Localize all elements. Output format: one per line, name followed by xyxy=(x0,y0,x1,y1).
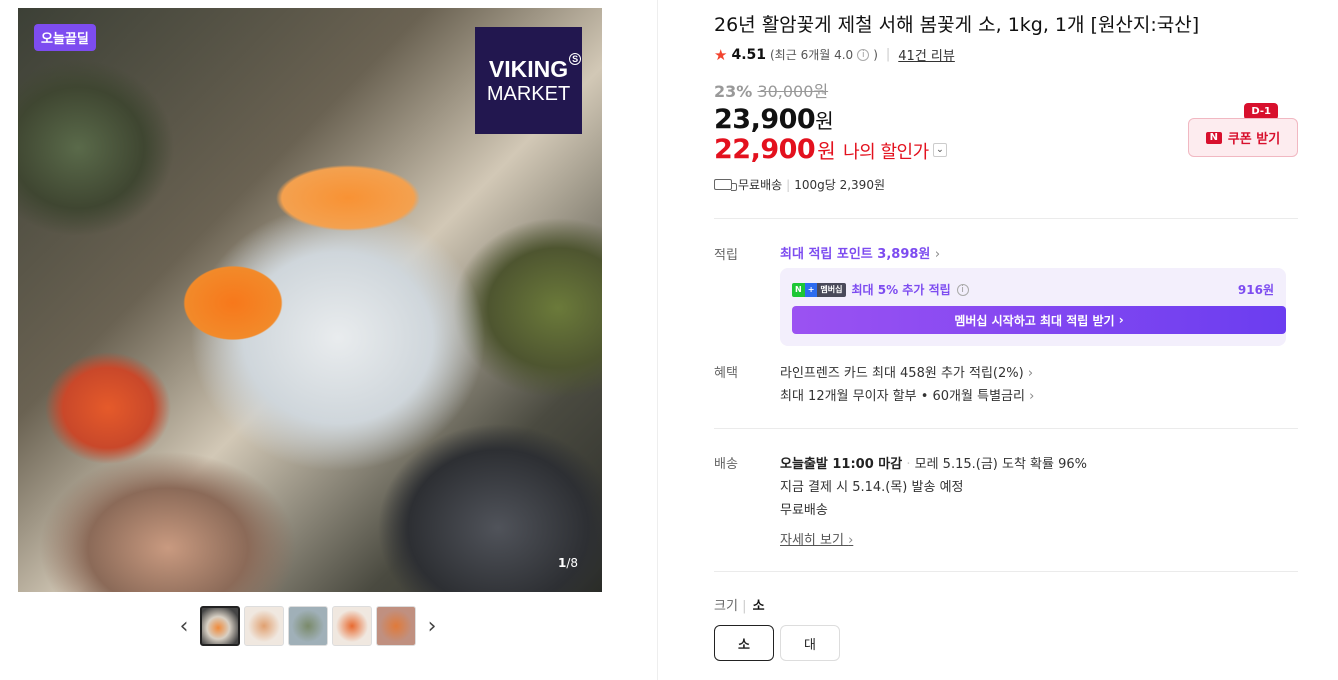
delivery-label: 배송 xyxy=(714,457,738,472)
divider: · xyxy=(906,457,911,472)
membership-box: N + 멤버십 최대 5% 추가 적립 i 916원 멤버십 시작하고 최대 적… xyxy=(780,268,1286,346)
benefit-card-link[interactable]: 라인프렌즈 카드 최대 458원 추가 적립(2%) › xyxy=(780,362,1033,381)
next-arrow-icon[interactable]: › xyxy=(420,606,444,646)
column-divider xyxy=(657,0,658,680)
badge-n: N xyxy=(792,282,805,297)
logo-text-2: MARKET xyxy=(486,82,571,105)
chevron-right-icon: › xyxy=(1029,389,1035,404)
logo-mark: S xyxy=(569,52,582,65)
section-divider xyxy=(714,218,1298,219)
size-label: 크기 xyxy=(714,599,738,614)
membership-badge: N + 멤버십 xyxy=(792,282,846,297)
star-icon: ★ xyxy=(714,45,728,64)
thumbnail-5[interactable] xyxy=(376,606,416,646)
rating-recent-end: ) xyxy=(873,47,878,62)
section-divider xyxy=(714,571,1298,572)
divider: | xyxy=(885,47,891,62)
chevron-right-icon: › xyxy=(848,533,854,548)
dispatch-note: 지금 결제 시 5.14.(목) 발송 예정 xyxy=(780,480,964,495)
coupon-label: 쿠폰 받기 xyxy=(1227,132,1281,147)
truck-icon xyxy=(714,179,737,191)
chevron-right-icon: › xyxy=(934,247,941,262)
discount-row: 23% 30,000원 xyxy=(714,78,828,102)
badge-plus: + xyxy=(804,282,818,297)
divider: | xyxy=(786,177,791,192)
my-price: 22,900 원 나의 할인가 ⌄ xyxy=(714,134,947,165)
arrival-estimate: 모레 5.15.(금) 도착 확률 96% xyxy=(914,457,1087,472)
delivery-detail-link[interactable]: 자세히 보기 › xyxy=(780,529,853,548)
sale-price-value: 23,900 xyxy=(714,104,816,135)
detail-link-text: 자세히 보기 xyxy=(780,533,844,548)
unit-price: 100g당 2,390원 xyxy=(794,178,885,192)
membership-button-label: 멤버십 시작하고 최대 적립 받기 xyxy=(954,313,1115,328)
membership-row: N + 멤버십 최대 5% 추가 적립 i xyxy=(792,281,969,298)
max-points-link[interactable]: 최대 적립 포인트 3,898원 › xyxy=(780,243,940,262)
size-option-small[interactable]: 소 xyxy=(714,625,774,661)
viking-market-logo: VIKING S MARKET xyxy=(475,27,582,134)
coupon-button[interactable]: N 쿠폰 받기 xyxy=(1188,118,1298,157)
divider: | xyxy=(742,599,747,614)
benefit-item: 최대 12개월 무이자 할부 • 60개월 특별금리 xyxy=(780,389,1025,404)
deal-badge: 오늘끝딜 xyxy=(34,24,96,51)
benefit-item: 라인프렌즈 카드 최대 458원 추가 적립(2%) xyxy=(780,366,1024,381)
benefit-installment-link[interactable]: 최대 12개월 무이자 할부 • 60개월 특별금리 › xyxy=(780,385,1034,404)
sale-price: 23,900원 xyxy=(714,104,834,135)
benefits-label: 혜택 xyxy=(714,366,738,381)
membership-amount: 916원 xyxy=(1237,283,1274,297)
my-price-value: 22,900 xyxy=(714,134,816,165)
sale-price-unit: 원 xyxy=(815,109,834,133)
thumbnail-3[interactable] xyxy=(288,606,328,646)
max-points-text: 최대 적립 포인트 3,898원 xyxy=(780,247,931,262)
rating-recent: (최근 6개월 4.0 xyxy=(770,48,854,62)
delivery-dispatch-row: 오늘출발 11:00 마감 · 모레 5.15.(금) 도착 확률 96% xyxy=(780,453,1087,472)
points-label: 적립 xyxy=(714,248,738,263)
section-divider xyxy=(714,428,1298,429)
coupon-icon: N xyxy=(1205,131,1222,144)
original-price: 30,000원 xyxy=(757,82,829,101)
my-price-unit: 원 xyxy=(817,139,836,163)
image-counter: 1/8 xyxy=(558,556,578,570)
product-main-image[interactable]: 오늘끝딜 VIKING S MARKET 1/8 xyxy=(18,8,602,592)
chevron-right-icon: › xyxy=(1118,313,1124,327)
discount-percent: 23% xyxy=(714,82,753,101)
review-link[interactable]: 41건 리뷰 xyxy=(898,45,955,64)
size-option-label: 크기 | 소 xyxy=(714,595,765,614)
shipping-row: 무료배송 | 100g당 2,390원 xyxy=(714,176,885,193)
rating-score: 4.51 xyxy=(731,46,766,63)
delivery-fee: 무료배송 xyxy=(780,503,828,518)
product-title: 26년 활암꽃게 제철 서해 봄꽃게 소, 1kg, 1개 [원산지:국산] xyxy=(714,14,1200,36)
chevron-down-icon[interactable]: ⌄ xyxy=(932,142,947,157)
membership-start-button[interactable]: 멤버십 시작하고 최대 적립 받기 › xyxy=(792,306,1286,334)
chevron-right-icon: › xyxy=(1027,366,1034,381)
my-discount-label: 나의 할인가 xyxy=(843,142,929,163)
counter-total: /8 xyxy=(566,556,578,570)
thumbnail-1[interactable] xyxy=(200,606,240,646)
rating-row: ★ 4.51 (최근 6개월 4.0 i ) | 41건 리뷰 xyxy=(714,45,955,65)
badge-text: 멤버십 xyxy=(817,282,846,297)
prev-arrow-icon[interactable]: ‹ xyxy=(172,606,196,646)
membership-text: 최대 5% 추가 적립 xyxy=(851,283,951,297)
thumbnail-4[interactable] xyxy=(332,606,372,646)
info-icon[interactable]: i xyxy=(956,283,969,296)
size-selected: 소 xyxy=(752,599,765,614)
logo-text-1: VIKING xyxy=(488,55,569,82)
size-option-large[interactable]: 대 xyxy=(780,625,840,661)
thumbnail-2[interactable] xyxy=(244,606,284,646)
shipping-fee: 무료배송 xyxy=(738,178,783,192)
thumbnail-strip: ‹ › xyxy=(172,606,444,646)
info-icon[interactable]: i xyxy=(857,48,870,61)
dispatch-deadline: 오늘출발 11:00 마감 xyxy=(780,457,903,472)
